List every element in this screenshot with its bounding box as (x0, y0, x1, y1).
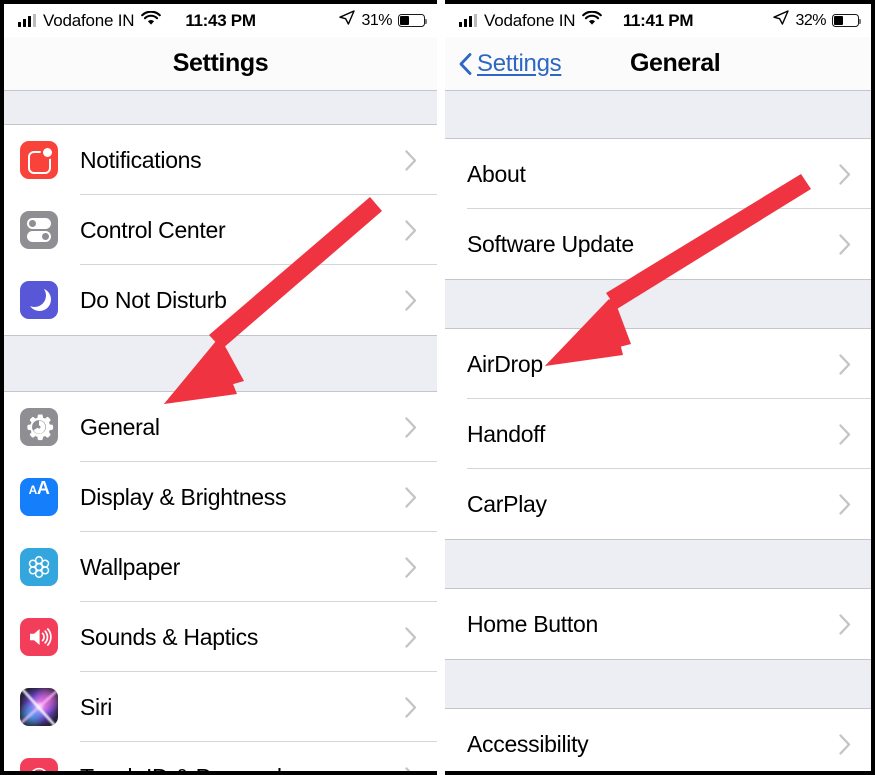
chevron-right-icon (405, 219, 417, 241)
section-gap (445, 659, 871, 709)
carrier-label: Vodafone IN (484, 10, 576, 30)
battery-icon (398, 14, 428, 27)
settings-app-panel: Vodafone IN 11:43 PM 31% Settings Notifi… (0, 0, 441, 775)
general-group-4: Accessibility (445, 709, 871, 771)
chevron-right-icon (405, 289, 417, 311)
speaker-icon (20, 618, 58, 656)
row-label: Handoff (467, 420, 546, 447)
back-button[interactable]: Settings (445, 49, 562, 78)
settings-row-do-not-disturb[interactable]: Do Not Disturb (4, 265, 437, 335)
chevron-right-icon (839, 163, 851, 185)
chevron-right-icon (839, 613, 851, 635)
gear-icon (20, 408, 58, 446)
general-settings-panel: Vodafone IN 11:41 PM 32% Settings Genera… (441, 0, 875, 775)
navigation-bar: Settings General (445, 37, 871, 91)
back-button-label: Settings (477, 49, 562, 77)
signal-bars-icon (459, 14, 477, 27)
general-group-1: About Software Update (445, 139, 871, 279)
row-label: Software Update (467, 230, 634, 257)
row-label: Accessibility (467, 730, 589, 757)
chevron-right-icon (839, 733, 851, 755)
section-gap (4, 91, 437, 125)
row-label: Control Center (80, 216, 226, 243)
notifications-icon (20, 141, 58, 179)
chevron-right-icon (405, 696, 417, 718)
status-bar-right: 31% (339, 10, 428, 31)
status-bar: Vodafone IN 11:43 PM 31% (4, 4, 437, 37)
section-gap (445, 279, 871, 329)
status-bar: Vodafone IN 11:41 PM 32% (445, 4, 871, 37)
location-arrow-icon (339, 10, 356, 31)
chevron-right-icon (839, 493, 851, 515)
page-title: General (630, 49, 721, 77)
chevron-right-icon (405, 626, 417, 648)
row-label: Do Not Disturb (80, 286, 227, 313)
general-group-3: Home Button (445, 589, 871, 659)
wifi-icon (582, 10, 603, 31)
chevron-right-icon (839, 353, 851, 375)
settings-row-siri[interactable]: Siri (4, 672, 437, 742)
signal-bars-icon (18, 14, 36, 27)
settings-row-touch-id-passcode[interactable]: Touch ID & Passcode (4, 742, 437, 772)
fingerprint-icon (20, 758, 58, 771)
chevron-right-icon (405, 149, 417, 171)
do-not-disturb-icon (20, 281, 58, 319)
wallpaper-icon (20, 548, 58, 586)
settings-row-notifications[interactable]: Notifications (4, 125, 437, 195)
general-row-accessibility[interactable]: Accessibility (445, 709, 871, 771)
row-label: Wallpaper (80, 553, 180, 580)
general-row-airdrop[interactable]: AirDrop (445, 329, 871, 399)
status-bar-left: Vodafone IN (18, 10, 162, 31)
chevron-right-icon (405, 766, 417, 771)
row-label: General (80, 413, 160, 440)
battery-percent-label: 32% (795, 11, 826, 29)
wifi-icon (141, 10, 162, 31)
control-center-icon (20, 211, 58, 249)
general-row-handoff[interactable]: Handoff (445, 399, 871, 469)
settings-row-display-brightness[interactable]: AA Display & Brightness (4, 462, 437, 532)
row-label: Notifications (80, 146, 202, 173)
panel-divider (437, 0, 445, 775)
row-label: Display & Brightness (80, 483, 287, 510)
chevron-right-icon (405, 416, 417, 438)
row-label: Home Button (467, 610, 598, 637)
settings-group-2: General AA Display & Brightness Wallpape… (4, 392, 437, 772)
settings-row-sounds-haptics[interactable]: Sounds & Haptics (4, 602, 437, 672)
ios-settings-comparison-screenshot: Vodafone IN 11:43 PM 31% Settings Notifi… (0, 0, 875, 775)
display-aa-icon: AA (20, 478, 58, 516)
siri-icon (20, 688, 58, 726)
battery-percent-label: 31% (361, 11, 392, 29)
general-row-home-button[interactable]: Home Button (445, 589, 871, 659)
chevron-left-icon (459, 52, 472, 75)
row-label: Touch ID & Passcode (80, 764, 295, 772)
chevron-right-icon (405, 556, 417, 578)
page-title: Settings (172, 49, 269, 77)
row-label: AirDrop (467, 350, 543, 377)
status-bar-left: Vodafone IN (459, 10, 603, 31)
chevron-right-icon (839, 233, 851, 255)
general-group-2: AirDrop Handoff CarPlay (445, 329, 871, 539)
section-gap (445, 539, 871, 589)
row-label: Sounds & Haptics (80, 623, 259, 650)
settings-group-1: Notifications Control Center Do Not Dist… (4, 125, 437, 335)
general-row-about[interactable]: About (445, 139, 871, 209)
settings-row-wallpaper[interactable]: Wallpaper (4, 532, 437, 602)
settings-row-control-center[interactable]: Control Center (4, 195, 437, 265)
row-label: Siri (80, 693, 113, 720)
settings-row-general[interactable]: General (4, 392, 437, 462)
chevron-right-icon (839, 423, 851, 445)
row-label: CarPlay (467, 490, 547, 517)
section-gap (445, 91, 871, 139)
navigation-bar: Settings (4, 37, 437, 91)
chevron-right-icon (405, 486, 417, 508)
general-row-carplay[interactable]: CarPlay (445, 469, 871, 539)
status-bar-right: 32% (773, 10, 862, 31)
row-label: About (467, 160, 526, 187)
battery-icon (832, 14, 862, 27)
location-arrow-icon (773, 10, 790, 31)
section-gap (4, 335, 437, 392)
general-row-software-update[interactable]: Software Update (445, 209, 871, 279)
carrier-label: Vodafone IN (43, 10, 135, 30)
